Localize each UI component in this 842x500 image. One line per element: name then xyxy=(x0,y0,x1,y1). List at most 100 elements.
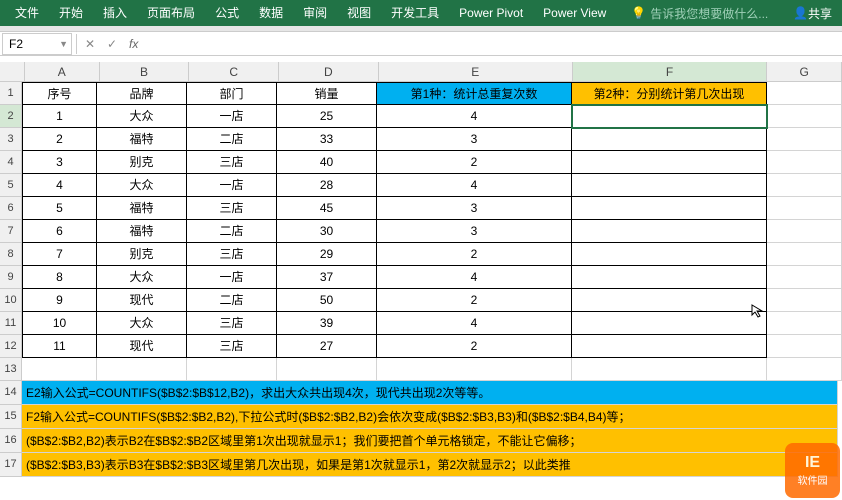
col-header-A[interactable]: A xyxy=(25,62,100,82)
formula-confirm-button[interactable]: ✓ xyxy=(101,37,123,51)
share-button[interactable]: 👤 共享 xyxy=(783,5,842,22)
col-header-E[interactable]: E xyxy=(379,62,573,82)
cell-E3[interactable]: 3 xyxy=(377,128,572,151)
row-header-12[interactable]: 12 xyxy=(0,335,22,358)
tab-view[interactable]: 视图 xyxy=(337,0,381,26)
cell-C11[interactable]: 三店 xyxy=(187,312,277,335)
row-header-10[interactable]: 10 xyxy=(0,289,22,312)
col-header-B[interactable]: B xyxy=(100,62,190,82)
row-header-3[interactable]: 3 xyxy=(0,128,22,151)
cell-F3[interactable] xyxy=(572,128,767,151)
cell-A7[interactable]: 6 xyxy=(22,220,97,243)
cell-A16[interactable]: ($B$2:$B2,B2)表示B2在$B$2:$B2区域里第1次出现就显示1；我… xyxy=(22,429,838,453)
cell-F5[interactable] xyxy=(572,174,767,197)
cell-A17[interactable]: ($B$2:$B3,B3)表示B3在$B$2:$B3区域里第几次出现，如果是第1… xyxy=(22,453,838,477)
cell-F7[interactable] xyxy=(572,220,767,243)
cell-E1[interactable]: 第1种：统计总重复次数 xyxy=(377,82,572,105)
cell-A13[interactable] xyxy=(22,358,97,381)
cell-B12[interactable]: 现代 xyxy=(97,335,187,358)
cell-B1[interactable]: 品牌 xyxy=(97,82,187,105)
cell-E7[interactable]: 3 xyxy=(377,220,572,243)
cell-A10[interactable]: 9 xyxy=(22,289,97,312)
cell-C2[interactable]: 一店 xyxy=(187,105,277,128)
cell-G1[interactable] xyxy=(767,82,842,105)
cell-B9[interactable]: 大众 xyxy=(97,266,187,289)
tab-data[interactable]: 数据 xyxy=(249,0,293,26)
cell-E9[interactable]: 4 xyxy=(377,266,572,289)
cell-C4[interactable]: 三店 xyxy=(187,151,277,174)
cell-D4[interactable]: 40 xyxy=(277,151,377,174)
cell-D10[interactable]: 50 xyxy=(277,289,377,312)
cell-D8[interactable]: 29 xyxy=(277,243,377,266)
row-header-6[interactable]: 6 xyxy=(0,197,22,220)
row-header-5[interactable]: 5 xyxy=(0,174,22,197)
cell-D9[interactable]: 37 xyxy=(277,266,377,289)
row-header-15[interactable]: 15 xyxy=(0,405,22,429)
cell-G3[interactable] xyxy=(767,128,842,151)
tab-file[interactable]: 文件 xyxy=(5,0,49,26)
cell-F9[interactable] xyxy=(572,266,767,289)
cell-C1[interactable]: 部门 xyxy=(187,82,277,105)
cell-C9[interactable]: 一店 xyxy=(187,266,277,289)
row-header-7[interactable]: 7 xyxy=(0,220,22,243)
cell-F2[interactable] xyxy=(572,105,767,128)
tab-power-view[interactable]: Power View xyxy=(533,0,616,26)
tab-formulas[interactable]: 公式 xyxy=(205,0,249,26)
cell-A8[interactable]: 7 xyxy=(22,243,97,266)
cell-F4[interactable] xyxy=(572,151,767,174)
cell-D6[interactable]: 45 xyxy=(277,197,377,220)
cell-A2[interactable]: 1 xyxy=(22,105,97,128)
cell-G4[interactable] xyxy=(767,151,842,174)
tab-home[interactable]: 开始 xyxy=(49,0,93,26)
row-header-2[interactable]: 2 xyxy=(0,105,22,128)
cell-E4[interactable]: 2 xyxy=(377,151,572,174)
cell-C12[interactable]: 三店 xyxy=(187,335,277,358)
cell-F12[interactable] xyxy=(572,335,767,358)
cell-E10[interactable]: 2 xyxy=(377,289,572,312)
cell-D3[interactable]: 33 xyxy=(277,128,377,151)
tell-me-search[interactable]: 💡 告诉我您想要做什么... xyxy=(631,5,768,22)
cell-F13[interactable] xyxy=(572,358,767,381)
cell-G9[interactable] xyxy=(767,266,842,289)
tab-power-pivot[interactable]: Power Pivot xyxy=(449,0,533,26)
cell-G6[interactable] xyxy=(767,197,842,220)
cell-G5[interactable] xyxy=(767,174,842,197)
col-header-C[interactable]: C xyxy=(189,62,279,82)
cell-A11[interactable]: 10 xyxy=(22,312,97,335)
fx-button[interactable]: fx xyxy=(123,37,144,51)
cell-C10[interactable]: 二店 xyxy=(187,289,277,312)
row-header-17[interactable]: 17 xyxy=(0,453,22,477)
cell-E11[interactable]: 4 xyxy=(377,312,572,335)
cell-E6[interactable]: 3 xyxy=(377,197,572,220)
col-header-F[interactable]: F xyxy=(573,62,767,82)
cell-B6[interactable]: 福特 xyxy=(97,197,187,220)
cell-B5[interactable]: 大众 xyxy=(97,174,187,197)
cell-A12[interactable]: 11 xyxy=(22,335,97,358)
cell-E13[interactable] xyxy=(377,358,572,381)
cell-A9[interactable]: 8 xyxy=(22,266,97,289)
select-all-corner[interactable] xyxy=(0,62,25,82)
formula-cancel-button[interactable]: ✕ xyxy=(79,37,101,51)
col-header-D[interactable]: D xyxy=(279,62,379,82)
cell-F8[interactable] xyxy=(572,243,767,266)
row-header-11[interactable]: 11 xyxy=(0,312,22,335)
cell-G10[interactable] xyxy=(767,289,842,312)
cell-G7[interactable] xyxy=(767,220,842,243)
col-header-G[interactable]: G xyxy=(767,62,842,82)
cell-F1[interactable]: 第2种：分别统计第几次出现 xyxy=(572,82,767,105)
cell-C8[interactable]: 三店 xyxy=(187,243,277,266)
row-header-1[interactable]: 1 xyxy=(0,82,22,105)
cell-C7[interactable]: 二店 xyxy=(187,220,277,243)
row-header-16[interactable]: 16 xyxy=(0,429,22,453)
cell-E8[interactable]: 2 xyxy=(377,243,572,266)
cell-G8[interactable] xyxy=(767,243,842,266)
row-header-9[interactable]: 9 xyxy=(0,266,22,289)
cell-B3[interactable]: 福特 xyxy=(97,128,187,151)
cell-A4[interactable]: 3 xyxy=(22,151,97,174)
cell-D13[interactable] xyxy=(277,358,377,381)
cell-E2[interactable]: 4 xyxy=(377,105,572,128)
row-header-4[interactable]: 4 xyxy=(0,151,22,174)
cell-G11[interactable] xyxy=(767,312,842,335)
row-header-14[interactable]: 14 xyxy=(0,381,22,405)
cell-A1[interactable]: 序号 xyxy=(22,82,97,105)
